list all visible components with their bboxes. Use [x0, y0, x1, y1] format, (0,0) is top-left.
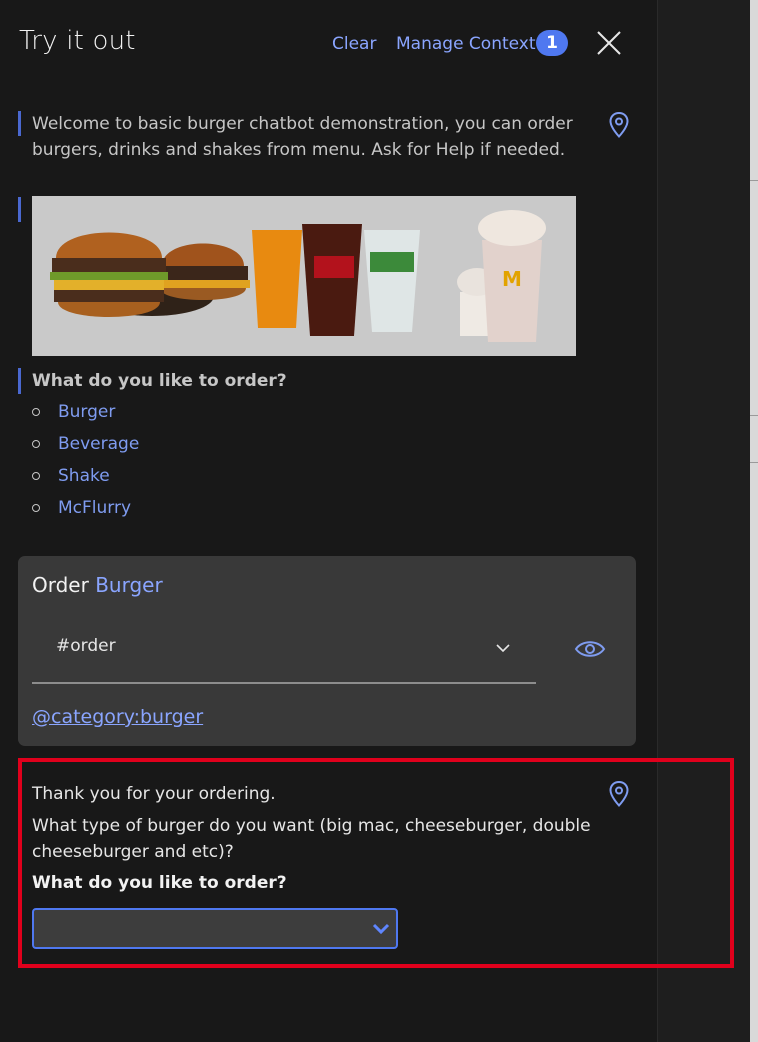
intent-value: #order — [56, 636, 116, 656]
menu-banner-image: M — [32, 196, 576, 356]
highlight-box — [18, 758, 734, 968]
option-beverage[interactable]: Beverage — [32, 428, 139, 460]
option-mcflurry[interactable]: McFlurry — [32, 492, 139, 524]
option-burger[interactable]: Burger — [32, 396, 139, 428]
banner-logo: M — [502, 267, 522, 291]
option-label: Shake — [58, 466, 110, 486]
option-shake[interactable]: Shake — [32, 460, 139, 492]
card-title-accent: Burger — [95, 573, 163, 597]
close-icon[interactable] — [595, 29, 623, 57]
bullet-icon — [32, 440, 40, 448]
context-count-badge: 1 — [536, 30, 568, 56]
food-illustration: M — [32, 196, 576, 356]
vertical-scrollbar[interactable] — [750, 0, 758, 1042]
welcome-line-1: Welcome to basic burger chatbot demonstr… — [32, 114, 573, 134]
intent-dropdown[interactable]: #order — [32, 626, 536, 684]
option-list: Burger Beverage Shake McFlurry — [32, 396, 139, 524]
clear-button[interactable]: Clear — [332, 34, 376, 54]
chevron-down-icon — [496, 644, 510, 653]
intent-card: Order Burger #order @category:burger — [18, 556, 636, 746]
entity-link[interactable]: @category:burger — [32, 706, 203, 728]
message-bar — [18, 197, 21, 222]
card-title-prefix: Order — [32, 573, 89, 597]
location-pin-icon[interactable] — [608, 111, 630, 139]
eye-icon[interactable] — [574, 638, 606, 660]
manage-context-button[interactable]: Manage Context — [396, 34, 536, 54]
option-label: Burger — [58, 402, 116, 422]
bullet-icon — [32, 408, 40, 416]
bullet-icon — [32, 472, 40, 480]
bullet-icon — [32, 504, 40, 512]
welcome-line-2: burgers, drinks and shakes from menu. As… — [32, 140, 566, 160]
message-bar — [18, 368, 21, 394]
panel-title: Try it out — [19, 26, 136, 56]
option-label: Beverage — [58, 434, 140, 454]
option-label: McFlurry — [58, 498, 132, 518]
intent-card-title: Order Burger — [32, 573, 163, 597]
menu-question: What do you like to order? — [32, 371, 287, 391]
message-bar — [18, 111, 21, 136]
